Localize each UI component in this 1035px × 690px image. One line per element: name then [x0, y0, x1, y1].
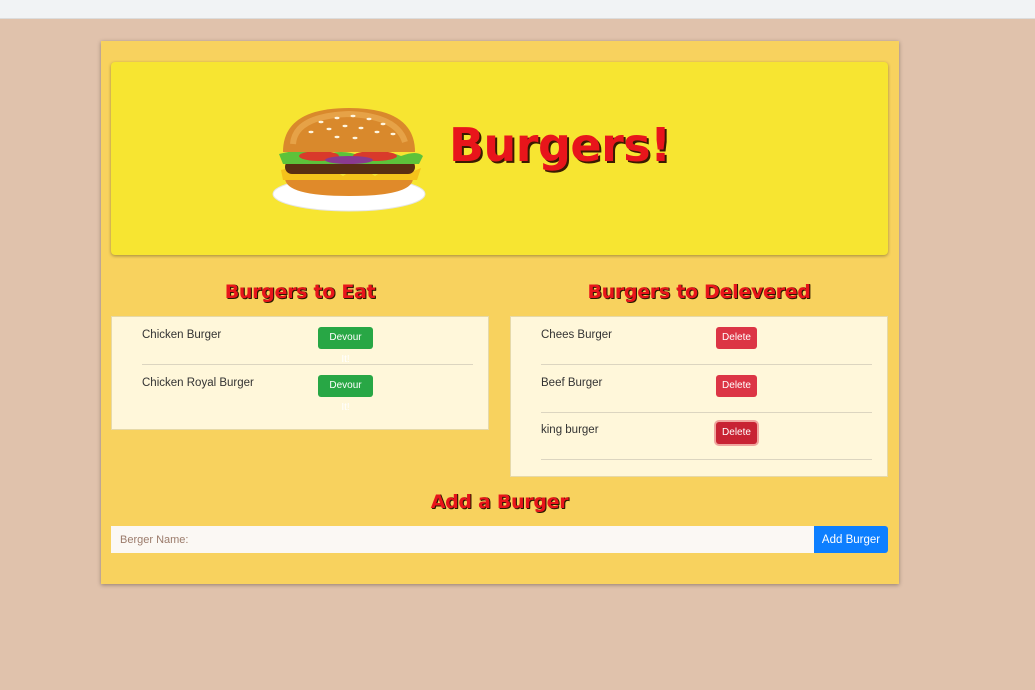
burger-name: Chicken Burger	[142, 329, 222, 341]
devoured-list: Chees Burger Delete Beef Burger Delete k…	[510, 316, 888, 477]
devour-button[interactable]: Devour It!	[318, 327, 373, 365]
add-burger-button[interactable]: Add Burger	[814, 526, 888, 553]
burger-name-input[interactable]	[111, 526, 814, 553]
delete-button[interactable]: Delete	[716, 375, 757, 397]
add-burger-form: Add Burger	[111, 526, 888, 553]
main-container: Burgers! Burgers to Eat Burgers to Delev…	[101, 41, 899, 584]
delete-button[interactable]: Delete	[716, 422, 757, 444]
list-item: Chees Burger Delete	[541, 317, 872, 365]
list-item: Chicken Royal Burger Devour It!	[142, 365, 473, 413]
burger-name: Chees Burger	[541, 329, 612, 341]
header-jumbotron: Burgers!	[111, 62, 888, 255]
burger-name: Beef Burger	[541, 377, 603, 389]
burgers-devoured-title: Burgers to Delevered	[587, 281, 811, 303]
list-item: king burger Delete	[541, 412, 872, 460]
list-item: Chicken Burger Devour It!	[142, 317, 473, 365]
delete-button[interactable]: Delete	[716, 327, 757, 349]
burger-name: Chicken Royal Burger	[142, 377, 254, 389]
burger-name: king burger	[541, 424, 599, 436]
devour-button[interactable]: Devour It!	[318, 375, 373, 413]
browser-top-bar	[0, 0, 1035, 19]
list-item: Beef Burger Delete	[541, 365, 872, 413]
to-eat-list: Chicken Burger Devour It! Chicken Royal …	[111, 316, 489, 430]
page-title: Burgers!	[449, 118, 671, 172]
burgers-to-eat-title: Burgers to Eat	[224, 281, 376, 303]
add-burger-title: Add a Burger	[430, 491, 569, 513]
burger-icon	[272, 108, 426, 212]
